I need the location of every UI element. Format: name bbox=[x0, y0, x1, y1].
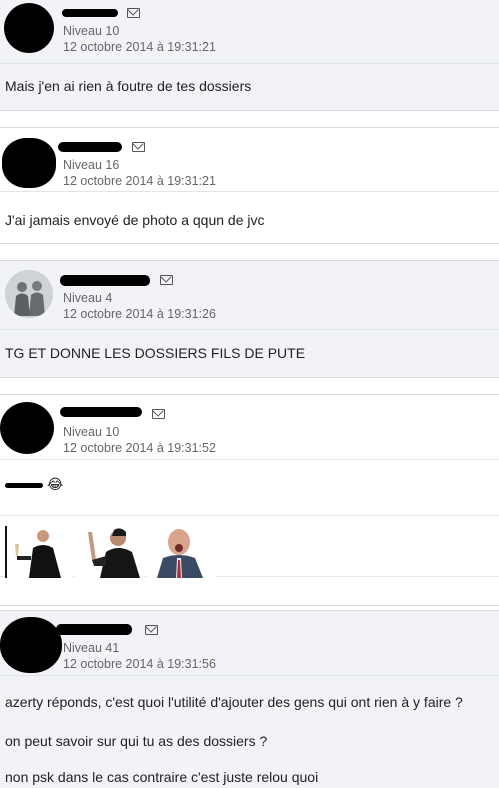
post-level: Niveau 41 bbox=[63, 641, 120, 655]
post-date[interactable]: 12 octobre 2014 à 19:31:26 bbox=[63, 306, 216, 322]
post-level: Niveau 4 bbox=[63, 291, 113, 305]
post-header: Niveau 10 12 octobre 2014 à 19:31:52 bbox=[0, 395, 499, 460]
embedded-image[interactable] bbox=[5, 526, 73, 578]
avatar[interactable] bbox=[2, 138, 56, 188]
post-header: Niveau 10 12 octobre 2014 à 19:31:21 bbox=[0, 0, 499, 64]
username-redacted[interactable] bbox=[58, 142, 122, 152]
embedded-image[interactable] bbox=[76, 526, 144, 578]
forum-post: Niveau 10 12 octobre 2014 à 19:31:52 😂 bbox=[0, 394, 499, 606]
envelope-icon[interactable] bbox=[160, 275, 173, 285]
post-header: Niveau 16 12 octobre 2014 à 19:31:21 bbox=[0, 128, 499, 192]
username-redacted[interactable] bbox=[60, 275, 150, 286]
post-date[interactable]: 12 octobre 2014 à 19:31:56 bbox=[63, 656, 216, 672]
avatar[interactable] bbox=[5, 270, 53, 318]
username-redacted[interactable] bbox=[62, 9, 118, 17]
avatar[interactable] bbox=[0, 402, 54, 454]
post-message: non psk dans le cas contraire c'est just… bbox=[5, 769, 319, 785]
image-row bbox=[5, 526, 215, 578]
post-message: Mais j'en ai rien à foutre de tes dossie… bbox=[5, 78, 252, 94]
laughing-smiley-icon: 😂 bbox=[47, 476, 64, 492]
post-message: on peut savoir sur qui tu as des dossier… bbox=[5, 733, 268, 749]
post-header: Niveau 41 12 octobre 2014 à 19:31:56 bbox=[0, 611, 499, 676]
image-strip bbox=[0, 515, 499, 578]
envelope-icon[interactable] bbox=[145, 625, 158, 635]
post-message: J'ai jamais envoyé de photo a qqun de jv… bbox=[5, 212, 265, 228]
post-level: Niveau 10 bbox=[63, 24, 120, 38]
avatar-image bbox=[5, 270, 53, 318]
post-header: Niveau 4 12 octobre 2014 à 19:31:26 bbox=[0, 261, 499, 330]
post-message: azerty réponds, c'est quoi l'utilité d'a… bbox=[5, 694, 463, 710]
avatar[interactable] bbox=[0, 617, 62, 673]
username-redacted[interactable] bbox=[60, 407, 142, 417]
envelope-icon[interactable] bbox=[127, 8, 140, 18]
mention-redacted[interactable] bbox=[5, 483, 43, 488]
post-message: TG ET DONNE LES DOSSIERS FILS DE PUTE bbox=[5, 345, 306, 361]
post-date[interactable]: 12 octobre 2014 à 19:31:21 bbox=[63, 173, 216, 189]
post-level: Niveau 10 bbox=[63, 425, 120, 439]
forum-post: Niveau 16 12 octobre 2014 à 19:31:21 J'a… bbox=[0, 127, 499, 244]
forum-post: Niveau 4 12 octobre 2014 à 19:31:26 TG E… bbox=[0, 260, 499, 378]
embedded-image[interactable] bbox=[147, 526, 215, 578]
post-date[interactable]: 12 octobre 2014 à 19:31:21 bbox=[63, 39, 216, 55]
envelope-icon[interactable] bbox=[152, 409, 165, 419]
avatar[interactable] bbox=[4, 3, 54, 53]
post-date[interactable]: 12 octobre 2014 à 19:31:52 bbox=[63, 440, 216, 456]
forum-post: Niveau 10 12 octobre 2014 à 19:31:21 Mai… bbox=[0, 0, 499, 111]
username-redacted[interactable] bbox=[56, 624, 132, 635]
forum-post: Niveau 41 12 octobre 2014 à 19:31:56 aze… bbox=[0, 610, 499, 788]
envelope-icon[interactable] bbox=[132, 142, 145, 152]
post-level: Niveau 16 bbox=[63, 158, 120, 172]
